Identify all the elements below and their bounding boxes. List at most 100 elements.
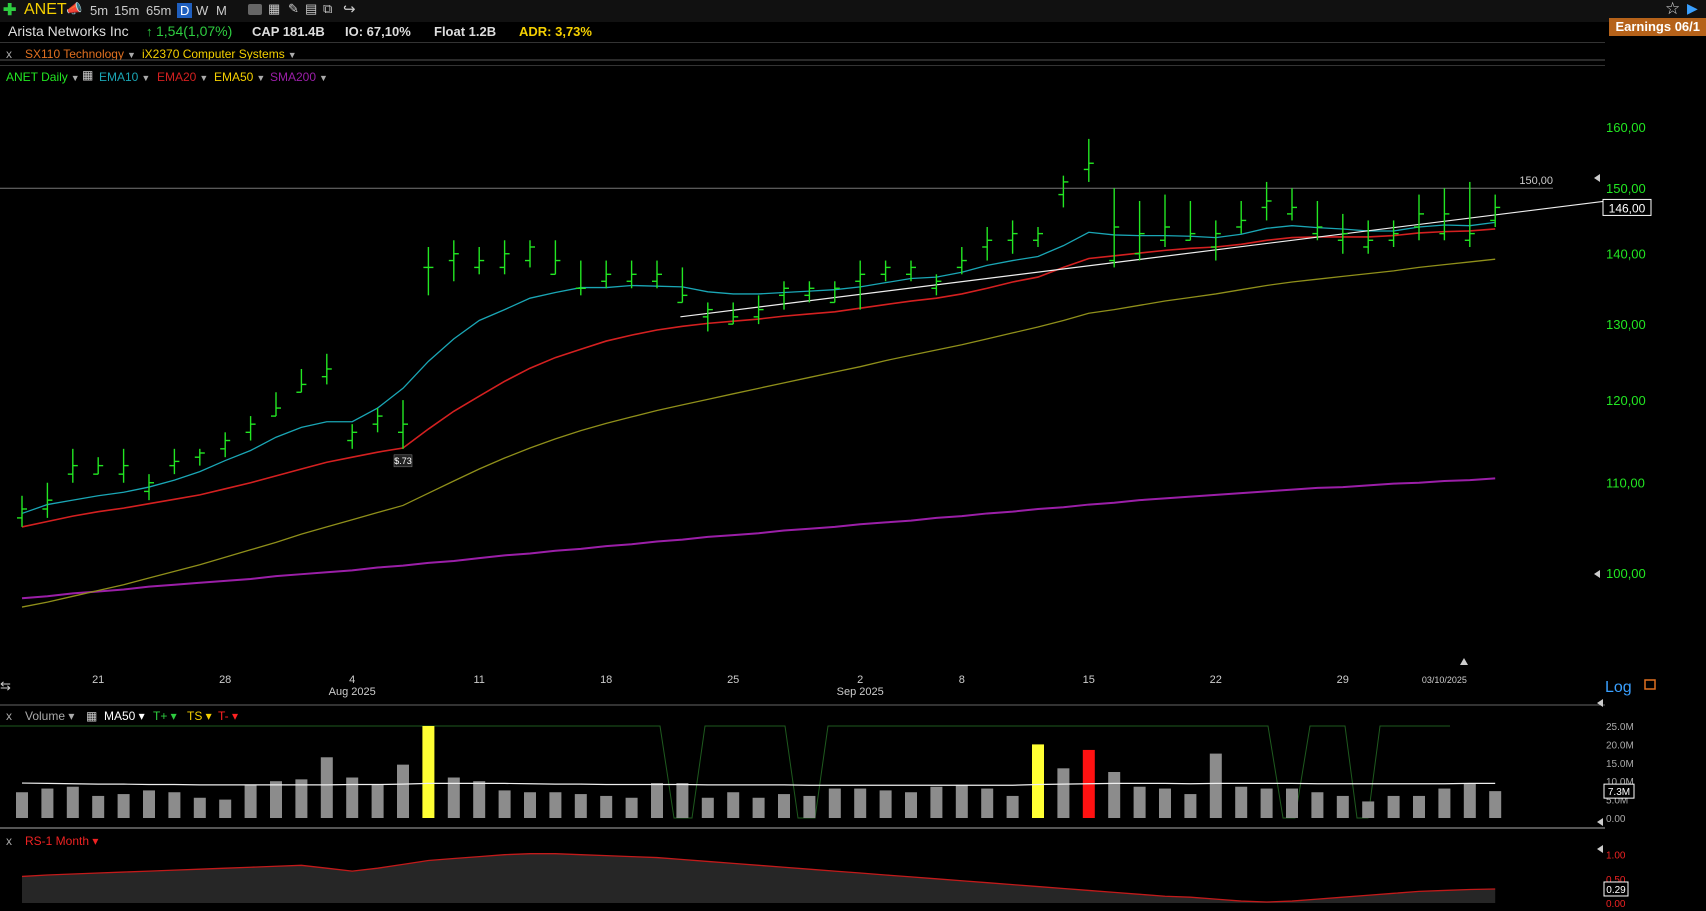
- volume-bar: [549, 792, 562, 818]
- x-tick-label: 28: [219, 674, 231, 686]
- price-bar: [677, 267, 688, 304]
- volume-bar: [930, 786, 943, 818]
- volume-bar: [778, 794, 790, 818]
- volume-bar: [955, 784, 968, 818]
- volume-bar: [66, 786, 79, 818]
- x-tick-label: 2: [857, 674, 863, 686]
- y-tick-label: 120,00: [1606, 393, 1646, 408]
- price-bar: [423, 246, 434, 296]
- price-bar: [626, 260, 637, 289]
- price-bar: [829, 281, 840, 304]
- price-bar: [169, 448, 180, 475]
- volume-bar: [1362, 801, 1375, 818]
- price-bar: [93, 457, 104, 475]
- volume-bar: [371, 784, 384, 818]
- trendline: [680, 200, 1606, 318]
- y-tick-label: 140,00: [1606, 247, 1646, 262]
- price-bar: [1236, 200, 1247, 234]
- chart-area[interactable]: 150,00 $.73 160,00 150,00 140,00 130,00 120,…: [0, 0, 1706, 911]
- y-tick-label: 160,00: [1606, 120, 1646, 135]
- volume-ma50-legend: MA50 ▾: [104, 709, 145, 723]
- price-bar: [448, 240, 459, 282]
- sma200-line: [21, 477, 1496, 600]
- price-bar: [880, 260, 891, 282]
- volume-bar: [92, 795, 105, 818]
- volume-tick-label: 0.00: [1606, 814, 1626, 825]
- volume-settings-icon: ▦: [86, 709, 97, 723]
- ema10-line: [21, 221, 1496, 515]
- rs-close-icon[interactable]: x: [6, 834, 12, 848]
- x-tick-label: 18: [600, 674, 612, 686]
- volume-bar: [498, 790, 511, 818]
- volume-tick-label: 15.0M: [1606, 759, 1634, 770]
- volume-bar: [625, 797, 638, 818]
- x-tick-label: 11: [473, 674, 484, 686]
- price-bar: [499, 240, 510, 275]
- scroll-marker-icon: [1594, 570, 1600, 578]
- price-bar: [601, 260, 612, 289]
- volume-bar: [1235, 786, 1248, 818]
- volume-bar: [1489, 791, 1502, 818]
- x-tick-label: 8: [959, 674, 965, 686]
- x-tick-label: 21: [92, 674, 104, 686]
- volume-bar: [1032, 744, 1044, 818]
- x-tick-label: 03/10/2025: [1422, 675, 1467, 685]
- volume-bar: [1260, 788, 1273, 818]
- price-bar: [702, 302, 713, 332]
- volume-bar: [168, 792, 181, 818]
- x-month-label: Sep 2025: [837, 686, 884, 698]
- price-bar: [1058, 175, 1069, 208]
- price-bar: [1388, 220, 1399, 247]
- volume-title[interactable]: Volume ▾: [25, 709, 74, 723]
- price-bar: [1160, 194, 1170, 247]
- price-bar: [296, 368, 307, 393]
- ema20-line: [21, 228, 1496, 528]
- price-bar: [245, 416, 256, 441]
- volume-tick-label: 25.0M: [1606, 722, 1634, 733]
- volume-bar: [600, 795, 613, 818]
- price-bar: [779, 281, 789, 310]
- log-scale-toggle[interactable]: Log: [1605, 679, 1632, 696]
- price-bar: [956, 246, 967, 275]
- price-bar: [1033, 226, 1043, 247]
- volume-bar: [701, 797, 714, 818]
- scroll-up-icon: [1460, 658, 1468, 665]
- x-tick-label: 15: [1083, 674, 1095, 686]
- volume-bar: [1057, 768, 1070, 818]
- scroll-marker-icon: [1594, 174, 1600, 182]
- price-bar: [347, 424, 358, 449]
- price-bar: [321, 353, 332, 385]
- volume-bar: [193, 797, 206, 818]
- volume-ma50-line: [21, 782, 1496, 786]
- volume-bar: [219, 799, 232, 818]
- volume-close-icon[interactable]: x: [6, 709, 12, 723]
- volume-bar: [1336, 795, 1349, 818]
- price-bar: [525, 240, 535, 268]
- price-bar: [1185, 200, 1196, 241]
- rs-scroll-icon: [1597, 818, 1603, 826]
- volume-bar: [41, 788, 54, 818]
- price-bar: [17, 495, 27, 527]
- rs-title[interactable]: RS-1 Month ▾: [25, 834, 98, 848]
- volume-bar: [1387, 795, 1400, 818]
- rs-tick-label: 0.00: [1606, 899, 1626, 910]
- volume-bar: [1311, 792, 1324, 818]
- price-bar: [1083, 138, 1094, 182]
- y-tick-label: 110,00: [1606, 476, 1645, 491]
- price-bar: [1007, 220, 1018, 254]
- price-bar: [652, 260, 662, 289]
- volume-bar: [574, 794, 587, 818]
- price-bar: [271, 392, 281, 417]
- price-bar: [42, 482, 53, 518]
- volume-bar: [346, 777, 359, 818]
- price-bar: [982, 226, 993, 261]
- volume-bar: [244, 784, 257, 818]
- y-tick-label: 150,00: [1606, 181, 1646, 196]
- volume-bar: [270, 781, 282, 818]
- volume-scroll-icon: [1597, 699, 1603, 707]
- price-bar: [118, 448, 129, 483]
- volume-bar: [524, 792, 536, 818]
- volume-bar: [117, 794, 130, 818]
- horizontal-line-label: 150,00: [1519, 175, 1553, 187]
- price-bar: [474, 246, 485, 275]
